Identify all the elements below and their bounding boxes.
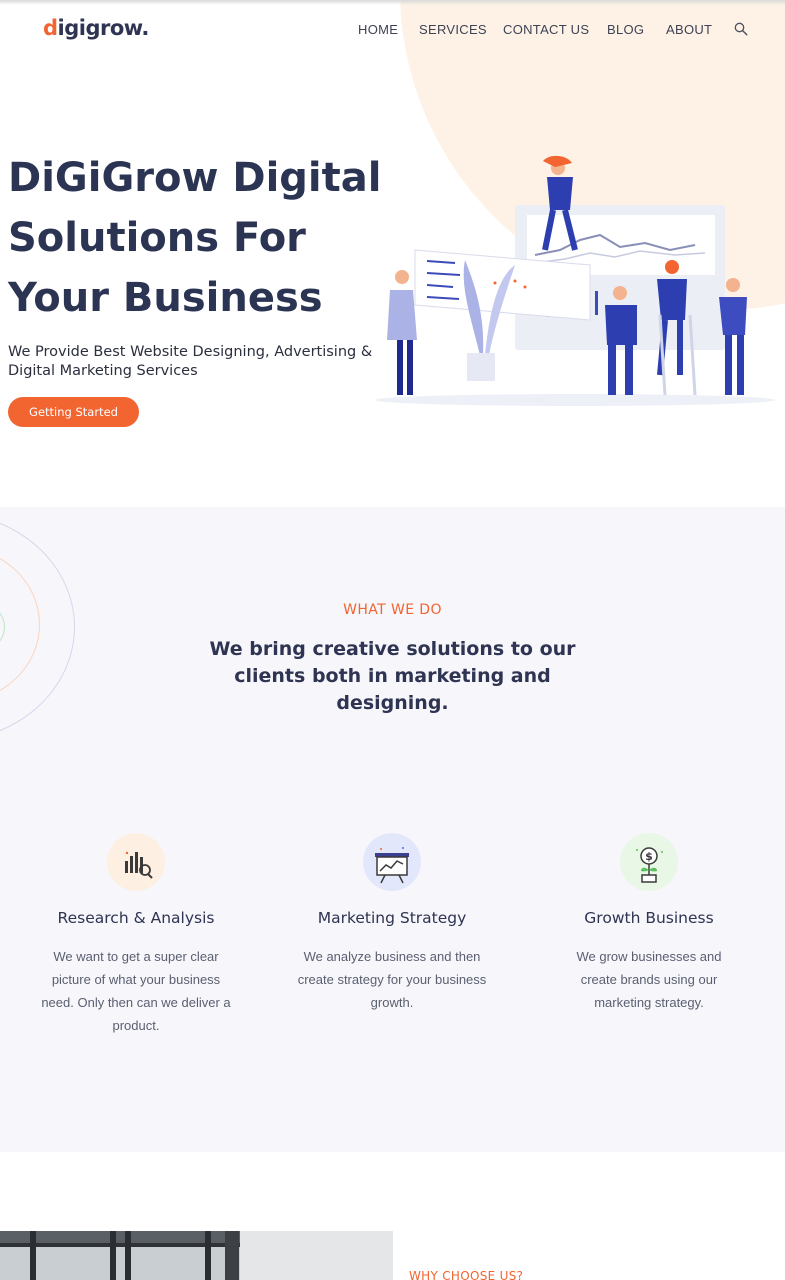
top-shadow [0,0,785,5]
main-nav: HOME SERVICES CONTACT US BLOG ABOUT [0,22,785,40]
nav-about[interactable]: ABOUT [666,22,712,37]
hero-section: digigrow. HOME SERVICES CONTACT US BLOG … [0,0,785,507]
nav-contact-us[interactable]: CONTACT US [503,22,589,37]
money-plant-icon: $ [620,833,678,891]
nav-services[interactable]: SERVICES [419,22,487,37]
what-we-do-title: We bring creative solutions to our clien… [209,638,576,714]
hero-subtitle: We Provide Best Website Designing, Adver… [8,344,373,379]
feature-title: Growth Business [584,909,714,927]
feature-description: We analyze business and then create stra… [297,949,487,1010]
nav-blog[interactable]: BLOG [607,22,644,37]
office-photo [0,1231,393,1280]
why-choose-us-section: WHY CHOOSE US? [0,1152,785,1280]
what-we-do-eyebrow: WHAT WE DO [343,602,442,618]
feature-marketing-strategy: Marketing Strategy We analyze business a… [267,833,517,1014]
svg-text:$: $ [645,850,653,863]
feature-research-analysis: Research & Analysis We want to get a sup… [11,833,261,1037]
chart-icon [107,833,165,891]
feature-growth-business: $ Growth Business We grow businesses and… [524,833,774,1014]
nav-home[interactable]: HOME [358,22,398,37]
hero-title: DiGiGrow Digital Solutions For Your Busi… [8,155,382,321]
search-icon[interactable] [734,22,748,36]
what-we-do-section: WHAT WE DO We bring creative solutions t… [0,507,785,1152]
team-analytics-illustration [375,155,775,406]
feature-description: We grow businesses and create brands usi… [576,949,722,1010]
getting-started-button[interactable]: Getting Started [8,397,139,427]
why-choose-us-eyebrow: WHY CHOOSE US? [409,1269,524,1280]
feature-description: We want to get a super clear picture of … [41,949,231,1033]
feature-title: Research & Analysis [57,909,215,927]
feature-title: Marketing Strategy [317,909,467,927]
presentation-board-icon [363,833,421,891]
